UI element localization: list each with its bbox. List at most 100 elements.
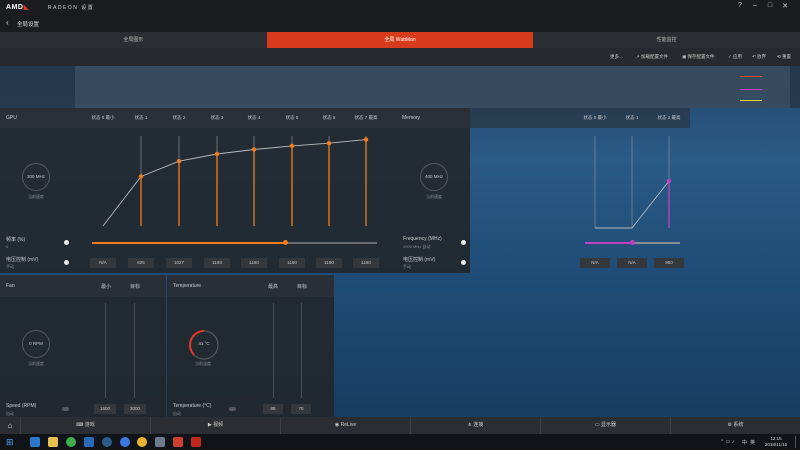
memory-voltage-value[interactable]: N/A (580, 258, 610, 268)
show-desktop-button[interactable] (795, 436, 798, 448)
gpu-frequency-toggle[interactable] (64, 240, 69, 245)
monitor-graph-area (75, 66, 790, 108)
gpu-state-point[interactable] (214, 151, 220, 157)
fan-min-value[interactable]: 1600 (94, 404, 116, 414)
app-icon-6[interactable] (120, 437, 130, 447)
temperature-title: Temperature (173, 283, 202, 289)
temperature-label: Temperature (°C) (173, 403, 212, 409)
memory-voltage-value[interactable]: N/A (617, 258, 647, 268)
bottom-nav-label: 游戏 (84, 422, 95, 428)
minimize-button[interactable]: – (750, 2, 760, 9)
memory-state-point[interactable] (666, 178, 672, 184)
fan-target-slider[interactable] (134, 303, 135, 398)
temperature-target-slider[interactable] (301, 303, 302, 398)
memory-voltage-value[interactable]: 950 (654, 258, 684, 268)
memory-gauge-label: 当前速度 (426, 194, 442, 199)
temperature-max-value[interactable]: 85 (263, 404, 283, 414)
gpu-curve-line (102, 139, 367, 227)
bottom-nav-item[interactable]: ▶ 视频 (150, 417, 280, 434)
gpu-voltage-value[interactable]: 825 (128, 258, 154, 268)
load-profile-button[interactable]: ↗ 加载配置文件 (636, 54, 668, 60)
discard-button[interactable]: ↶ 放弃 (752, 54, 766, 60)
temperature-col-max: 最高 (268, 284, 279, 290)
bottom-nav-item[interactable]: ⋔ 连接 (410, 417, 540, 434)
gpu-frequency-label: 频率 (%) (6, 237, 26, 243)
amd-logo: AMD◣ (6, 4, 30, 11)
wechat-icon[interactable] (66, 437, 76, 447)
bottom-nav-item[interactable]: ⌨ 游戏 (20, 417, 150, 434)
gpu-voltage-value[interactable]: 1027 (166, 258, 192, 268)
bottom-nav-label: 连接 (473, 422, 484, 428)
memory-frequency-curve[interactable] (470, 128, 690, 233)
fan-title: Fan (6, 283, 15, 289)
gpu-voltage-value[interactable]: 1150 (316, 258, 342, 268)
gpu-frequency-curve[interactable] (0, 128, 398, 233)
gpu-voltage-value[interactable]: 1150 (241, 258, 267, 268)
gpu-voltage-mode: 手动 (6, 264, 14, 269)
temperature-max-slider[interactable] (273, 303, 274, 398)
radeon-settings-icon[interactable] (191, 437, 201, 447)
bottom-nav-item[interactable]: ▭ 显示器 (540, 417, 670, 434)
gpu-voltage-value[interactable]: 1150 (353, 258, 379, 268)
chrome-icon[interactable] (137, 437, 147, 447)
clock-date[interactable]: 2018/11/15 (760, 442, 792, 447)
temperature-auto-toggle[interactable] (229, 407, 236, 411)
gpu-state-point[interactable] (176, 159, 182, 164)
gpu-state-point[interactable] (289, 143, 295, 149)
gpu-voltage-value[interactable]: 1193 (204, 258, 230, 268)
gpu-state-point[interactable] (251, 147, 257, 152)
gpu-state-header: 状态 4 (247, 115, 261, 120)
gpu-voltage-value[interactable]: 1150 (279, 258, 305, 268)
back-arrow-icon[interactable]: ‹ (6, 18, 9, 27)
reset-button[interactable]: ⟲ 重置 (777, 54, 791, 60)
steam-icon[interactable] (102, 437, 112, 447)
windows-start-icon[interactable]: ⊞ (6, 437, 14, 447)
help-button[interactable]: ? (735, 2, 745, 9)
app-icon-4[interactable] (84, 437, 94, 447)
tray-icons[interactable]: ⌃ ▭ ♪ (720, 439, 734, 445)
memory-voltage-toggle[interactable] (461, 260, 466, 265)
fan-auto-toggle[interactable] (62, 407, 69, 411)
bottom-nav-label: 系统 (733, 422, 744, 428)
save-profile-button[interactable]: ▣ 保存配置文件 (682, 54, 715, 60)
edge-icon[interactable] (30, 437, 40, 447)
fan-target-value[interactable]: 3000 (124, 404, 146, 414)
tab-global-wattman[interactable]: 全局 WattMan (266, 32, 534, 48)
fan-min-slider[interactable] (105, 303, 106, 398)
apply-button[interactable]: ✓ 应用 (728, 54, 742, 60)
clock-time[interactable]: 12:15 (762, 436, 790, 441)
gpu-voltage-value[interactable]: N/A (90, 258, 116, 268)
temperature-target-value[interactable]: 70 (291, 404, 311, 414)
file-explorer-icon[interactable] (48, 437, 58, 447)
close-button[interactable]: ✕ (780, 2, 790, 10)
memory-frequency-toggle[interactable] (461, 240, 466, 245)
memory-frequency-slider-handle[interactable] (630, 240, 635, 245)
gpu-frequency-slider-fill (92, 242, 286, 244)
lang-indicator[interactable]: 英 (750, 439, 755, 446)
home-icon[interactable]: ⌂ (0, 417, 20, 434)
more-button[interactable]: 更多... (610, 54, 623, 60)
bottom-nav-item[interactable]: ⚙ 系统 (670, 417, 800, 434)
gpu-frequency-value: 0 (6, 244, 9, 249)
tab-bar: 全局图形 全局 WattMan 性能监控 (0, 32, 800, 48)
app-icon-8[interactable] (155, 437, 165, 447)
app-icon-9[interactable] (173, 437, 183, 447)
graph-line-purple (740, 89, 762, 90)
gpu-state-point[interactable] (363, 137, 369, 142)
memory-gauge-value: 400 MHz (424, 174, 443, 179)
fan-speed-label: Speed (RPM) (6, 403, 37, 409)
bottom-nav-label: 视频 (213, 422, 224, 428)
gpu-voltage-toggle[interactable] (64, 260, 69, 265)
gpu-state-header: 状态 6 (322, 115, 336, 120)
gpu-state-point[interactable] (326, 141, 332, 146)
gpu-state-point[interactable] (138, 174, 144, 179)
ime-indicator[interactable]: 中 (742, 439, 747, 446)
gpu-title: GPU (6, 115, 17, 121)
temperature-gauge-label: 当前温度 (195, 361, 211, 366)
title-bar: AMD◣ RADEON 设置 ? – □ ✕ (0, 0, 800, 14)
gpu-state-header: 状态 1 (134, 115, 148, 120)
tab-performance-monitor[interactable]: 性能监控 (533, 32, 800, 48)
bottom-nav-item[interactable]: ◉ ReLive (280, 417, 410, 434)
tab-global-graphics[interactable]: 全局图形 (0, 32, 267, 48)
maximize-button[interactable]: □ (765, 2, 775, 9)
